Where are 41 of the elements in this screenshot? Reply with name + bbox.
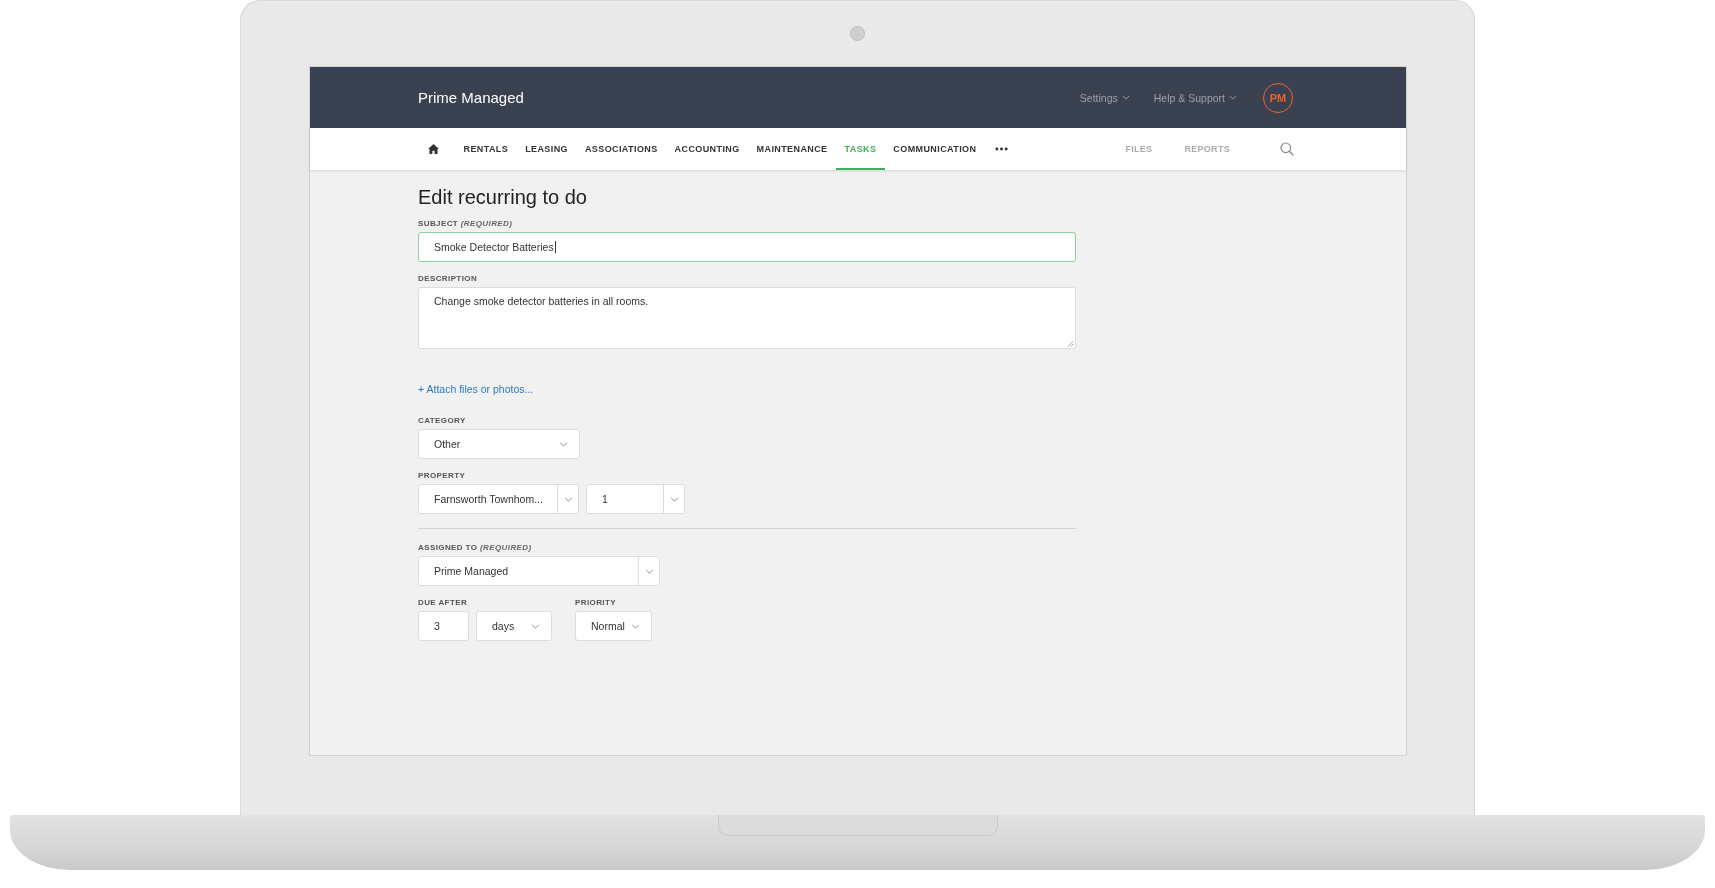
field-label: ASSIGNED TO (REQUIRED): [418, 543, 533, 552]
nav-tab[interactable]: ASSOCIATIONS: [576, 128, 667, 170]
caret-icon: [563, 496, 573, 502]
caret-icon: [644, 568, 654, 574]
caret-icon: [531, 623, 540, 629]
header-menu[interactable]: Help & Support: [1153, 91, 1237, 104]
chevron-icon: [1229, 95, 1237, 100]
field-label: CATEGORY: [418, 416, 467, 425]
property-select[interactable]: Farnsworth Townhom...: [418, 484, 579, 514]
home-icon[interactable]: [428, 144, 439, 154]
nav-tab[interactable]: COMMUNICATION: [884, 128, 985, 170]
caret-icon: [559, 441, 568, 447]
unit-select[interactable]: days: [476, 611, 552, 641]
nav-tab[interactable]: MAINTENANCE: [748, 128, 836, 170]
chevron-icon: [1121, 95, 1130, 100]
caret-icon: [631, 623, 640, 629]
field-label: PROPERTY: [418, 471, 467, 480]
more-icon[interactable]: [994, 147, 1008, 151]
search-icon[interactable]: [1280, 142, 1294, 156]
attach-link[interactable]: + Attach files or photos...: [418, 383, 534, 395]
priority-select[interactable]: Normal: [575, 611, 652, 641]
nav-tab[interactable]: RENTALS: [455, 128, 517, 170]
field-label: DUE AFTER: [418, 598, 469, 607]
nav-tab[interactable]: ACCOUNTING: [666, 128, 749, 170]
description-field[interactable]: Change smoke detector batteries in all rooms.: [418, 287, 1076, 349]
resize-handle-icon[interactable]: [1067, 340, 1074, 347]
field-label: PRIORITY: [575, 598, 617, 607]
assignee-select[interactable]: Prime Managed: [418, 556, 660, 586]
due-amount-field[interactable]: 3: [418, 611, 469, 641]
header-menu[interactable]: Settings: [1079, 91, 1130, 104]
text-cursor: [554, 241, 556, 253]
field-label: DESCRIPTION: [418, 274, 479, 283]
property-select[interactable]: 1: [586, 484, 685, 514]
caret-icon: [669, 496, 679, 502]
category-select[interactable]: Other: [418, 429, 580, 459]
app-title: Prime Managed: [418, 89, 524, 106]
field-label: SUBJECT (REQUIRED): [418, 219, 514, 228]
subject-field[interactable]: Smoke Detector Batteries: [418, 232, 1076, 262]
nav-tab[interactable]: LEASING: [516, 128, 577, 170]
page-title: Edit recurring to do: [418, 186, 588, 209]
webcam-dot: [850, 25, 865, 41]
